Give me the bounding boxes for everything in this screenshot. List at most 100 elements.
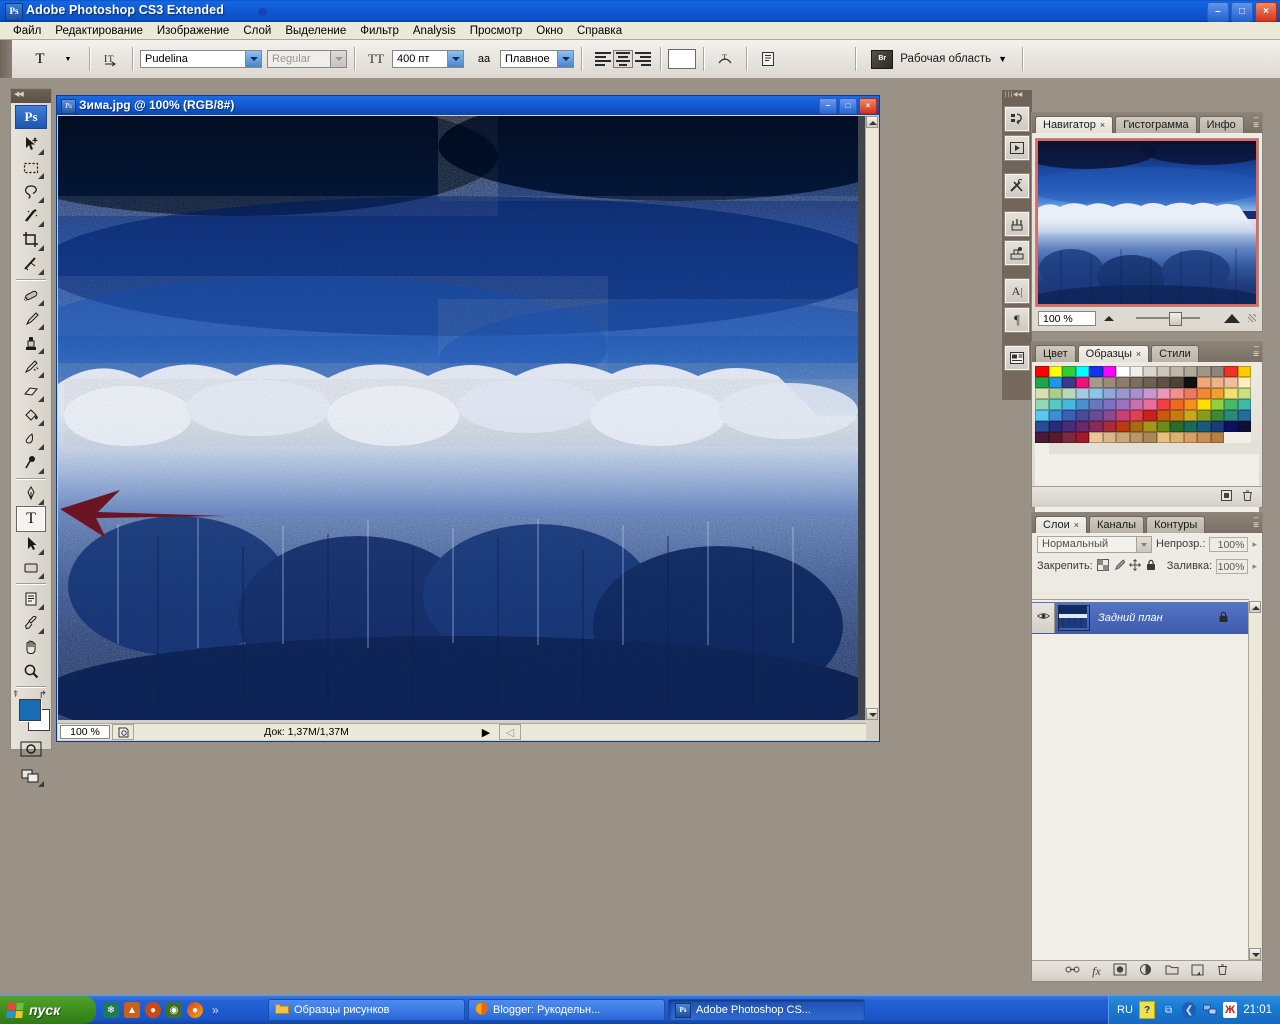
navigator-view-box[interactable] <box>1036 139 1258 306</box>
tab-layers-close-icon[interactable]: × <box>1074 518 1079 533</box>
font-family-select[interactable]: Pudelina <box>140 50 262 68</box>
color-swatch[interactable] <box>1089 388 1103 399</box>
color-swatch[interactable] <box>1156 366 1170 377</box>
color-swatch[interactable] <box>1075 421 1089 432</box>
opacity-field[interactable]: 100% <box>1209 536 1249 552</box>
color-swatch[interactable] <box>1210 377 1224 388</box>
delete-swatch-button[interactable] <box>1241 489 1254 505</box>
language-indicator[interactable]: RU <box>1117 1004 1133 1016</box>
zoom-in-icon[interactable] <box>1224 313 1240 323</box>
color-swatch[interactable] <box>1089 399 1103 410</box>
tool-blur[interactable] <box>17 427 45 451</box>
color-swatch[interactable] <box>1143 410 1157 421</box>
color-swatch[interactable] <box>1075 388 1089 399</box>
color-swatch[interactable] <box>1224 366 1238 377</box>
color-swatch[interactable] <box>1170 377 1184 388</box>
color-swatch[interactable] <box>1143 388 1157 399</box>
color-swatch[interactable] <box>1170 388 1184 399</box>
color-swatch[interactable] <box>1048 399 1062 410</box>
tool-crop[interactable] <box>17 228 45 252</box>
color-swatch[interactable] <box>1183 388 1197 399</box>
updates-tray-icon[interactable]: ⧉ <box>1161 1002 1175 1018</box>
blend-mode-chevron-down-icon[interactable] <box>1136 536 1151 552</box>
layer-thumbnail[interactable] <box>1058 605 1090 631</box>
color-swatch[interactable] <box>1062 377 1076 388</box>
fill-field[interactable]: 100% <box>1216 558 1249 574</box>
tool-path-selection[interactable] <box>17 532 45 556</box>
color-swatch[interactable] <box>1035 377 1049 388</box>
color-swatch[interactable] <box>1197 388 1211 399</box>
color-swatch[interactable] <box>1048 421 1062 432</box>
tool-marquee[interactable] <box>17 156 45 180</box>
canvas-vertical-scrollbar[interactable] <box>865 116 878 720</box>
color-swatch[interactable] <box>1183 421 1197 432</box>
options-bar-grip[interactable] <box>0 40 12 78</box>
blend-mode-select[interactable]: Нормальный <box>1037 535 1152 553</box>
document-restore-button[interactable]: □ <box>839 98 857 114</box>
color-swatch[interactable] <box>1129 388 1143 399</box>
color-swatch[interactable] <box>1062 388 1076 399</box>
layer-visibility-eye-icon[interactable] <box>1032 603 1055 633</box>
color-swatch[interactable] <box>1035 432 1049 443</box>
workspace-chevron-down-icon[interactable]: ▼ <box>998 54 1007 64</box>
lock-image-pixels-icon[interactable] <box>1113 558 1126 574</box>
quicklaunch-icon-3[interactable]: ● <box>145 1002 161 1018</box>
tab-layers[interactable]: Слои × <box>1035 516 1088 533</box>
navigator-resize-grip[interactable] <box>1248 314 1256 322</box>
slider-knob[interactable] <box>1169 312 1182 326</box>
tab-paths[interactable]: Контуры <box>1146 516 1206 533</box>
start-button[interactable]: пуск <box>0 996 96 1024</box>
color-swatch[interactable] <box>1048 410 1062 421</box>
menu-item-filter[interactable]: Фильтр <box>353 24 406 38</box>
tab-swatches-close-icon[interactable]: × <box>1136 347 1141 362</box>
color-swatch[interactable] <box>1170 399 1184 410</box>
color-swatch[interactable] <box>1210 399 1224 410</box>
color-swatch[interactable] <box>1170 432 1184 443</box>
text-color-swatch[interactable] <box>668 49 696 69</box>
color-swatch[interactable] <box>1116 388 1130 399</box>
color-swatch[interactable] <box>1224 421 1238 432</box>
opacity-stepper-icon[interactable]: ▸ <box>1252 539 1257 550</box>
new-swatch-button[interactable] <box>1220 489 1233 505</box>
color-swatch[interactable] <box>1156 388 1170 399</box>
color-swatch[interactable] <box>1116 399 1130 410</box>
swatches-panel-menu-icon[interactable]: ≡ <box>1253 349 1259 360</box>
anti-alias-select[interactable]: Плавное <box>500 50 574 68</box>
color-swatch[interactable] <box>1129 399 1143 410</box>
document-minimize-button[interactable]: – <box>819 98 837 114</box>
tool-clone-stamp[interactable] <box>17 331 45 355</box>
color-swatch[interactable] <box>1224 410 1238 421</box>
history-panel-icon[interactable] <box>1004 106 1030 132</box>
color-swatch[interactable] <box>1156 421 1170 432</box>
text-orientation-icon[interactable]: IT <box>97 48 125 70</box>
color-swatch[interactable] <box>1116 410 1130 421</box>
tool-history-brush[interactable] <box>17 355 45 379</box>
navigator-zoom-field[interactable]: 100 % <box>1038 310 1096 326</box>
tab-histogram[interactable]: Гистограмма <box>1115 116 1197 133</box>
tool-brush[interactable] <box>17 307 45 331</box>
color-swatch[interactable] <box>1197 399 1211 410</box>
character-paragraph-palette-icon[interactable] <box>754 48 782 70</box>
color-swatch[interactable] <box>1035 366 1049 377</box>
color-swatch[interactable] <box>1102 399 1116 410</box>
color-swatch[interactable] <box>1197 432 1211 443</box>
color-swatch[interactable] <box>1102 377 1116 388</box>
color-swatch[interactable] <box>1048 366 1062 377</box>
color-swatch[interactable] <box>1143 399 1157 410</box>
color-swatch[interactable] <box>1143 377 1157 388</box>
layer-comps-panel-icon[interactable] <box>1004 345 1030 371</box>
taskbar-item-folder[interactable]: Образцы рисунков <box>268 999 465 1021</box>
tool-zoom[interactable] <box>17 659 45 683</box>
font-family-chevron-down-icon[interactable] <box>245 51 261 67</box>
color-swatch[interactable] <box>1197 410 1211 421</box>
tool-lasso[interactable] <box>17 180 45 204</box>
tool-slice[interactable] <box>17 252 45 276</box>
menu-item-file[interactable]: Файл <box>6 24 48 38</box>
color-swatch[interactable] <box>1224 388 1238 399</box>
color-swatch[interactable] <box>1062 366 1076 377</box>
layer-name[interactable]: Задний план <box>1098 612 1163 624</box>
paragraph-panel-icon[interactable]: ¶ <box>1004 307 1030 333</box>
color-swatch[interactable] <box>1075 366 1089 377</box>
scroll-left-arrow-icon[interactable]: ◁ <box>499 724 521 740</box>
color-swatch[interactable] <box>1156 432 1170 443</box>
